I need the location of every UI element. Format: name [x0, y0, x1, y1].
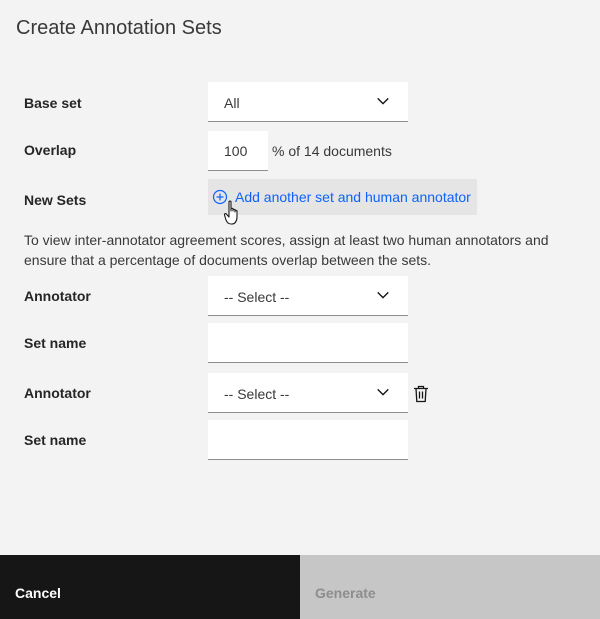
- set-name-label: Set name: [24, 432, 87, 448]
- annotator-1-selected-value: -- Select --: [224, 289, 290, 305]
- annotator-label: Annotator: [24, 288, 91, 304]
- add-set-annotator-label: Add another set and human annotator: [235, 189, 471, 205]
- overlap-input[interactable]: 100: [208, 131, 268, 171]
- chevron-down-icon: [377, 388, 389, 396]
- base-set-dropdown[interactable]: All: [208, 82, 408, 122]
- annotator-2-dropdown[interactable]: -- Select --: [208, 373, 408, 413]
- new-sets-label: New Sets: [24, 192, 87, 208]
- chevron-down-icon: [377, 97, 389, 105]
- generate-button[interactable]: Generate: [300, 555, 600, 619]
- chevron-down-icon: [377, 291, 389, 299]
- set-name-1-input[interactable]: [208, 323, 408, 363]
- dialog-title: Create Annotation Sets: [16, 17, 222, 39]
- set-name-label: Set name: [24, 335, 87, 351]
- base-set-label: Base set: [24, 95, 82, 111]
- annotator-2-selected-value: -- Select --: [224, 386, 290, 402]
- trash-can-icon[interactable]: [413, 385, 429, 403]
- hand-pointer-cursor-icon: [224, 200, 238, 225]
- helper-text: To view inter-annotator agreement scores…: [24, 232, 549, 268]
- cancel-button-label: Cancel: [15, 585, 61, 601]
- overlap-label: Overlap: [24, 142, 77, 158]
- base-set-selected-value: All: [224, 95, 240, 111]
- overlap-value: 100: [224, 143, 248, 159]
- cancel-button[interactable]: Cancel: [0, 555, 300, 619]
- annotator-label: Annotator: [24, 385, 91, 401]
- overlap-suffix: % of 14 documents: [272, 143, 392, 159]
- annotator-1-dropdown[interactable]: -- Select --: [208, 276, 408, 316]
- set-name-2-input[interactable]: [208, 420, 408, 460]
- add-set-annotator-button[interactable]: Add another set and human annotator: [208, 179, 477, 215]
- generate-button-label: Generate: [315, 585, 376, 601]
